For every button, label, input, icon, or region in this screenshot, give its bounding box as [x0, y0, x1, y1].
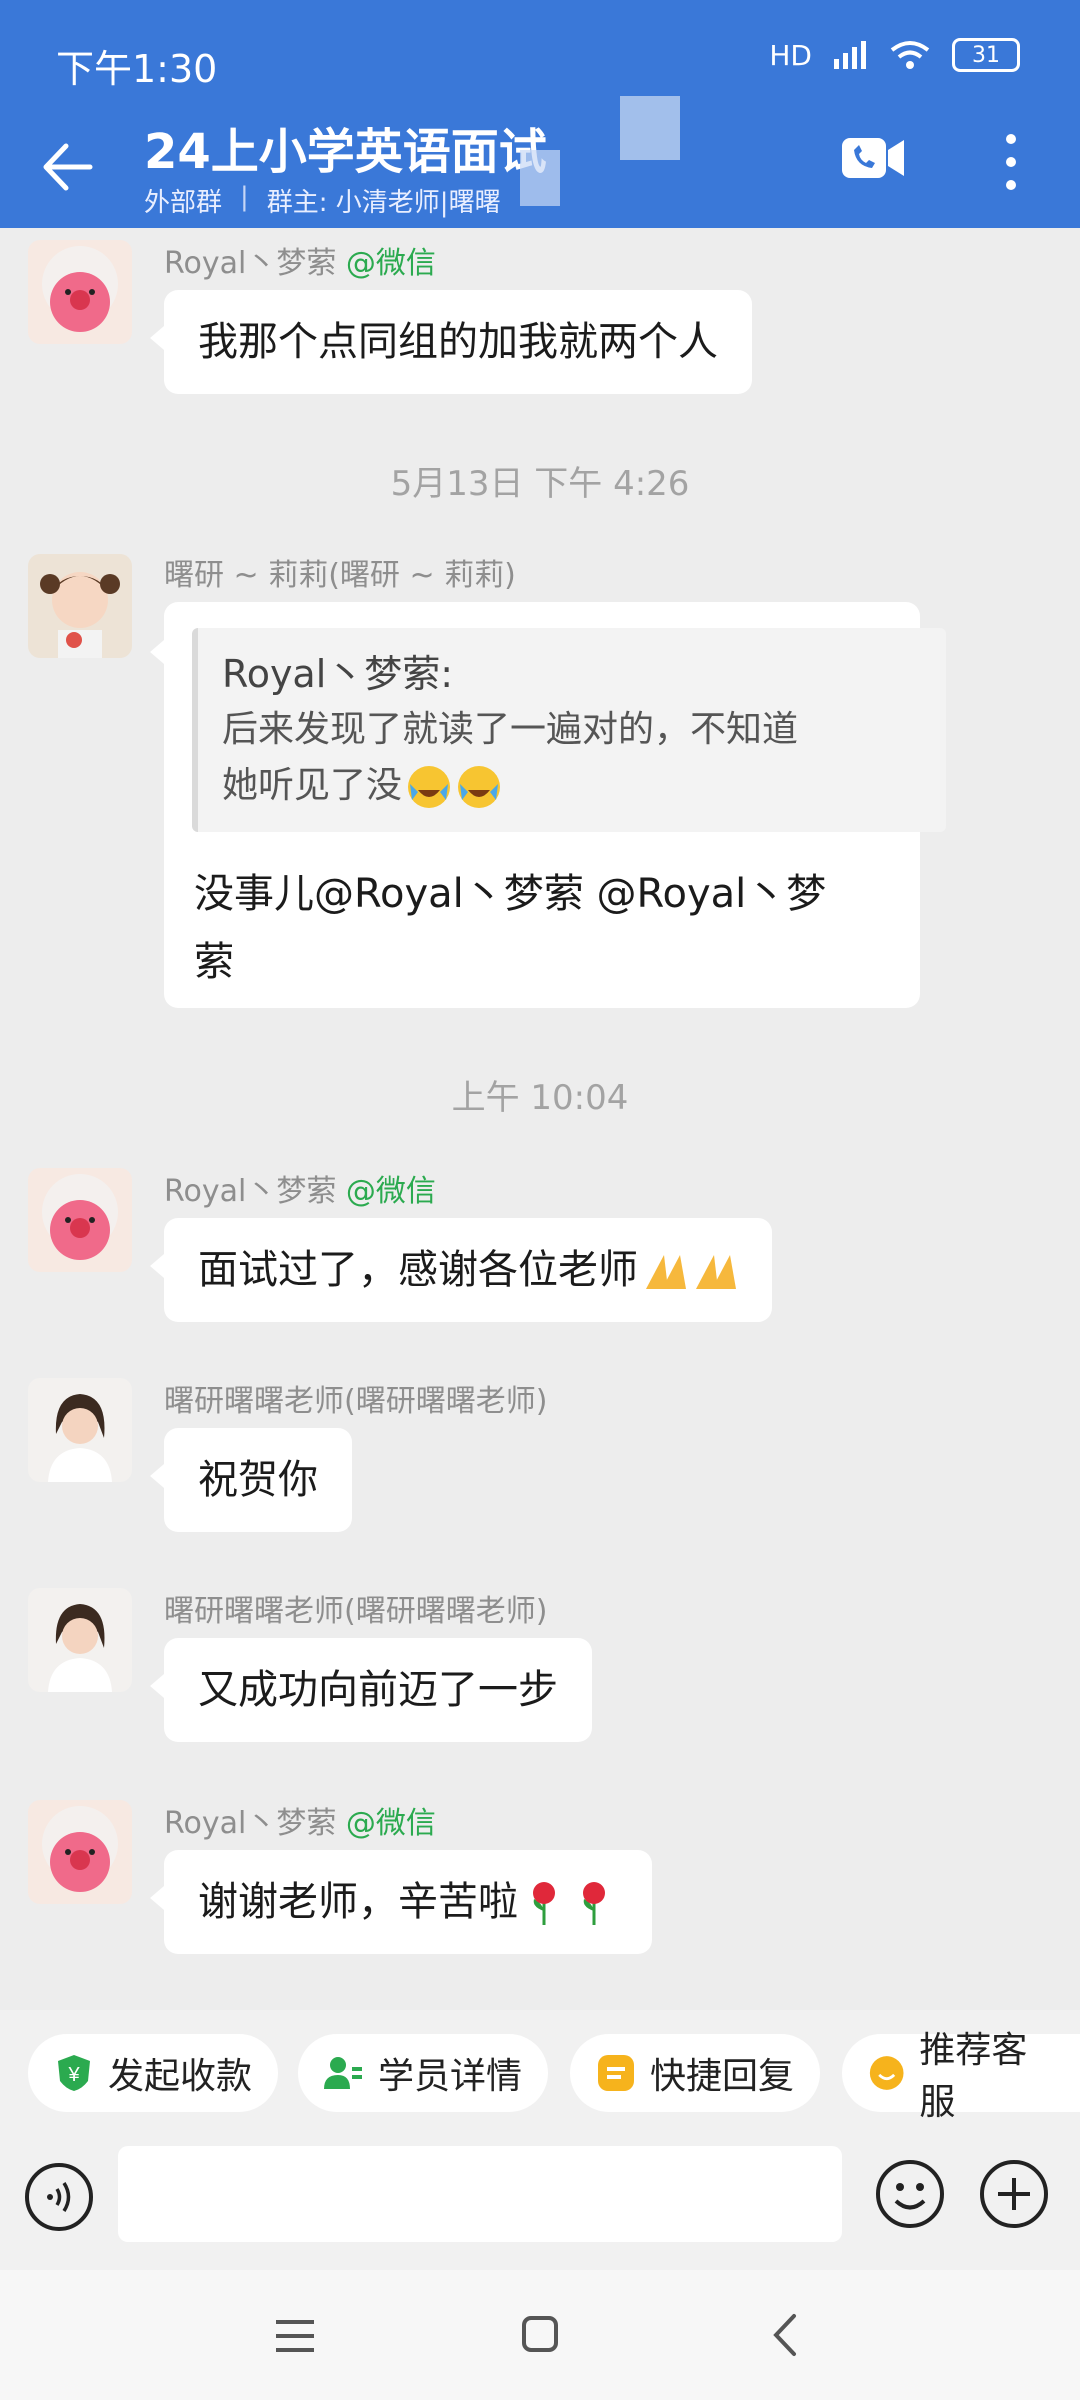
message-text: 没事儿@Royal丶梦萦 @Royal丶梦 萦	[194, 871, 827, 985]
recent-apps-icon[interactable]	[272, 2316, 318, 2356]
message-input-row	[0, 2140, 1080, 2270]
sender-name: 曙研曙曙老师(曙研曙曙老师)	[164, 1594, 548, 1629]
laugh-cry-emoji-icon	[408, 766, 451, 808]
avatar-lili[interactable]	[28, 554, 132, 658]
avatar-royal[interactable]	[28, 240, 132, 344]
quote-sender: Royal丶梦萦:	[222, 652, 454, 696]
quick-reply-button[interactable]: 快捷回复	[570, 2034, 821, 2112]
group-owner: 群主: 小清老师|曙曙	[266, 188, 501, 218]
recommend-service-button[interactable]: 推荐客服	[842, 2030, 1080, 2123]
sender-name: 曙研 ~ 莉莉(曙研 ~ 莉莉)	[164, 558, 516, 593]
quote-text-line: 后来发现了就读了一遍对的，不知道	[222, 709, 799, 750]
status-time: 下午1:30	[56, 47, 218, 91]
quoted-message: Royal丶梦萦: 后来发现了就读了一遍对的，不知道 她听见了没	[192, 628, 946, 832]
message-bubble[interactable]: 谢谢老师，辛苦啦	[164, 1850, 652, 1954]
emoji-picker-icon[interactable]	[874, 2158, 946, 2230]
svg-text:¥: ¥	[67, 2064, 80, 2086]
message-bubble[interactable]: 祝贺你	[164, 1428, 352, 1532]
customer-service-icon	[869, 2056, 904, 2090]
nav-back-icon[interactable]	[770, 2312, 800, 2358]
redaction-block	[520, 150, 560, 206]
student-icon	[324, 2057, 362, 2089]
more-options-icon[interactable]	[1006, 134, 1016, 190]
back-arrow-icon[interactable]	[40, 140, 94, 194]
system-navigation-bar	[0, 2270, 1080, 2400]
divider: |	[240, 182, 249, 212]
message-bubble[interactable]: 又成功向前迈了一步	[164, 1638, 592, 1742]
chat-header: 下午1:30 HD 31 24上小学英语面试 外部群 | 群主: 小清老师|曙曙	[0, 0, 1080, 228]
rose-emoji-icon	[533, 1882, 555, 1925]
quick-reply-icon	[598, 2055, 634, 2091]
bubble-tail	[150, 1464, 164, 1488]
bubble-tail	[150, 1886, 164, 1910]
sender-name: Royal丶梦萦 @微信	[164, 1806, 436, 1841]
network-label: HD	[769, 38, 812, 72]
quote-text-line: 她听见了没	[222, 758, 922, 814]
avatar-teacher[interactable]	[28, 1378, 132, 1482]
message-bubble[interactable]: Royal丶梦萦: 后来发现了就读了一遍对的，不知道 她听见了没 没事儿@Roy…	[164, 602, 946, 1008]
sender-name: Royal丶梦萦 @微信	[164, 1174, 436, 1209]
group-title: 24上小学英语面试	[144, 124, 547, 180]
pray-hands-emoji-icon	[696, 1255, 736, 1289]
bubble-tail	[150, 1674, 164, 1698]
sender-name: 曙研曙曙老师(曙研曙曙老师)	[164, 1384, 548, 1419]
avatar-teacher[interactable]	[28, 1588, 132, 1692]
bubble-tail	[150, 640, 164, 664]
time-divider: 上午 10:04	[451, 1078, 629, 1118]
collect-payment-button[interactable]: ¥ 发起收款	[28, 2034, 279, 2112]
time-divider: 5月13日 下午 4:26	[390, 464, 690, 504]
signal-icon	[834, 41, 866, 69]
rose-emoji-icon	[583, 1882, 605, 1925]
group-tag: 外部群	[144, 188, 223, 218]
laugh-cry-emoji-icon	[458, 766, 501, 808]
bubble-tail	[150, 326, 164, 350]
bubble-tail	[150, 1254, 164, 1278]
status-icons: HD 31	[769, 38, 1020, 72]
avatar-royal[interactable]	[28, 1800, 132, 1904]
wifi-icon	[890, 41, 930, 69]
avatar-royal[interactable]	[28, 1168, 132, 1272]
video-call-icon[interactable]	[842, 136, 906, 180]
quick-action-bar: ¥ 发起收款 学员详情 快捷回复 推荐客服	[0, 2010, 1080, 2140]
voice-input-icon[interactable]	[24, 2162, 94, 2232]
message-bubble[interactable]: 我那个点同组的加我就两个人	[164, 290, 752, 394]
more-actions-plus-icon[interactable]	[978, 2158, 1050, 2230]
pray-hands-emoji-icon	[646, 1255, 686, 1289]
group-subtitle: 外部群 | 群主: 小清老师|曙曙	[144, 182, 501, 219]
message-input[interactable]	[118, 2146, 842, 2242]
sender-name: Royal丶梦萦 @微信	[164, 246, 436, 281]
redaction-block	[620, 96, 680, 160]
payment-shield-icon: ¥	[58, 2055, 90, 2091]
message-bubble[interactable]: 面试过了，感谢各位老师	[164, 1218, 772, 1322]
battery-icon: 31	[952, 38, 1020, 72]
student-details-button[interactable]: 学员详情	[298, 2034, 549, 2112]
home-icon[interactable]	[520, 2314, 560, 2354]
